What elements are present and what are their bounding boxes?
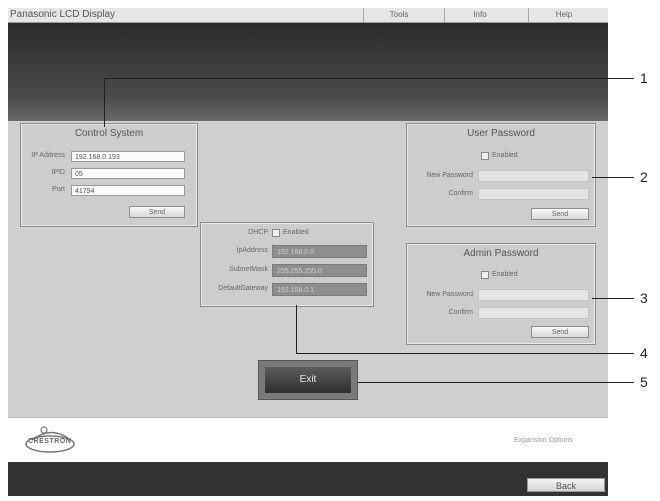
callout-1-line <box>104 78 634 79</box>
dhcp-enabled-label: Enabled <box>283 229 309 236</box>
expansion-options-link[interactable]: Expansion Options <box>514 437 573 444</box>
ipid-label: IPID <box>51 169 65 176</box>
admin-confirm-label: Confirm <box>448 309 473 316</box>
ipid-input[interactable]: 05 <box>71 168 185 179</box>
admin-confirm-input[interactable] <box>478 307 589 319</box>
port-label: Port <box>52 186 65 193</box>
port-input[interactable]: 41794 <box>71 185 185 196</box>
subnet-label: SubnetMask <box>229 266 268 273</box>
network-ip-value: 192.168.0.8 <box>272 245 367 258</box>
admin-enabled-checkbox[interactable] <box>481 271 489 279</box>
admin-new-password-label: New Password <box>426 291 473 298</box>
callout-3: 3 <box>640 290 648 306</box>
user-enabled-checkbox[interactable] <box>481 152 489 160</box>
control-system-panel: Control System IP Address 192.168.0.193 … <box>20 123 198 227</box>
control-system-send-button[interactable]: Send <box>129 206 185 218</box>
exit-button-label: Exit <box>265 367 351 393</box>
user-confirm-label: Confirm <box>448 190 473 197</box>
gateway-value: 192.168.0.1 <box>272 283 367 296</box>
callout-5: 5 <box>640 374 648 390</box>
user-new-password-input[interactable] <box>478 170 589 182</box>
header-banner <box>8 23 608 121</box>
admin-enabled-label: Enabled <box>492 271 518 278</box>
admin-new-password-input[interactable] <box>478 289 589 301</box>
dhcp-label: DHCP <box>248 229 268 236</box>
subnet-value: 255.255.255.0 <box>272 264 367 277</box>
user-confirm-input[interactable] <box>478 188 589 200</box>
admin-password-send-button[interactable]: Send <box>531 326 589 338</box>
dhcp-checkbox[interactable] <box>272 229 280 237</box>
back-button[interactable]: Back <box>527 478 605 492</box>
exit-button[interactable]: Exit <box>258 360 358 400</box>
ip-address-input[interactable]: 192.168.0.193 <box>71 151 185 162</box>
admin-password-panel: Admin Password Enabled New Password Conf… <box>406 243 596 345</box>
menu-tools[interactable]: Tools <box>363 8 434 22</box>
user-password-send-button[interactable]: Send <box>531 208 589 220</box>
user-password-panel: User Password Enabled New Password Confi… <box>406 123 596 227</box>
footer: CRESTRON Expansion Options <box>8 417 608 463</box>
admin-password-title: Admin Password <box>463 248 539 259</box>
menu-help[interactable]: Help <box>528 8 599 22</box>
user-enabled-label: Enabled <box>492 152 518 159</box>
gateway-label: DefaultGateway <box>218 285 268 292</box>
crestron-logo-text: CRESTRON <box>28 438 72 445</box>
user-new-password-label: New Password <box>426 172 473 179</box>
callout-5-line <box>358 382 634 383</box>
network-ip-label: IpAddress <box>236 247 268 254</box>
title-bar: Panasonic LCD Display Tools Info Help <box>8 8 608 23</box>
bottom-bar: Back <box>8 462 608 496</box>
callout-4: 4 <box>640 345 648 361</box>
menu-info[interactable]: Info <box>444 8 515 22</box>
callout-4-line <box>296 353 634 354</box>
crestron-logo: CRESTRON <box>22 424 78 458</box>
control-system-title: Control System <box>74 128 144 139</box>
ip-address-label: IP Address <box>31 152 65 159</box>
callout-4-vertical <box>296 305 297 353</box>
callout-2: 2 <box>640 169 648 185</box>
user-password-title: User Password <box>467 128 535 139</box>
callout-1: 1 <box>640 70 648 86</box>
callout-3-line <box>592 298 634 299</box>
callout-1-vertical <box>104 78 105 127</box>
app-title: Panasonic LCD Display <box>10 9 116 20</box>
callout-2-line <box>592 177 634 178</box>
network-panel: DHCP Enabled IpAddress 192.168.0.8 Subne… <box>200 222 374 307</box>
